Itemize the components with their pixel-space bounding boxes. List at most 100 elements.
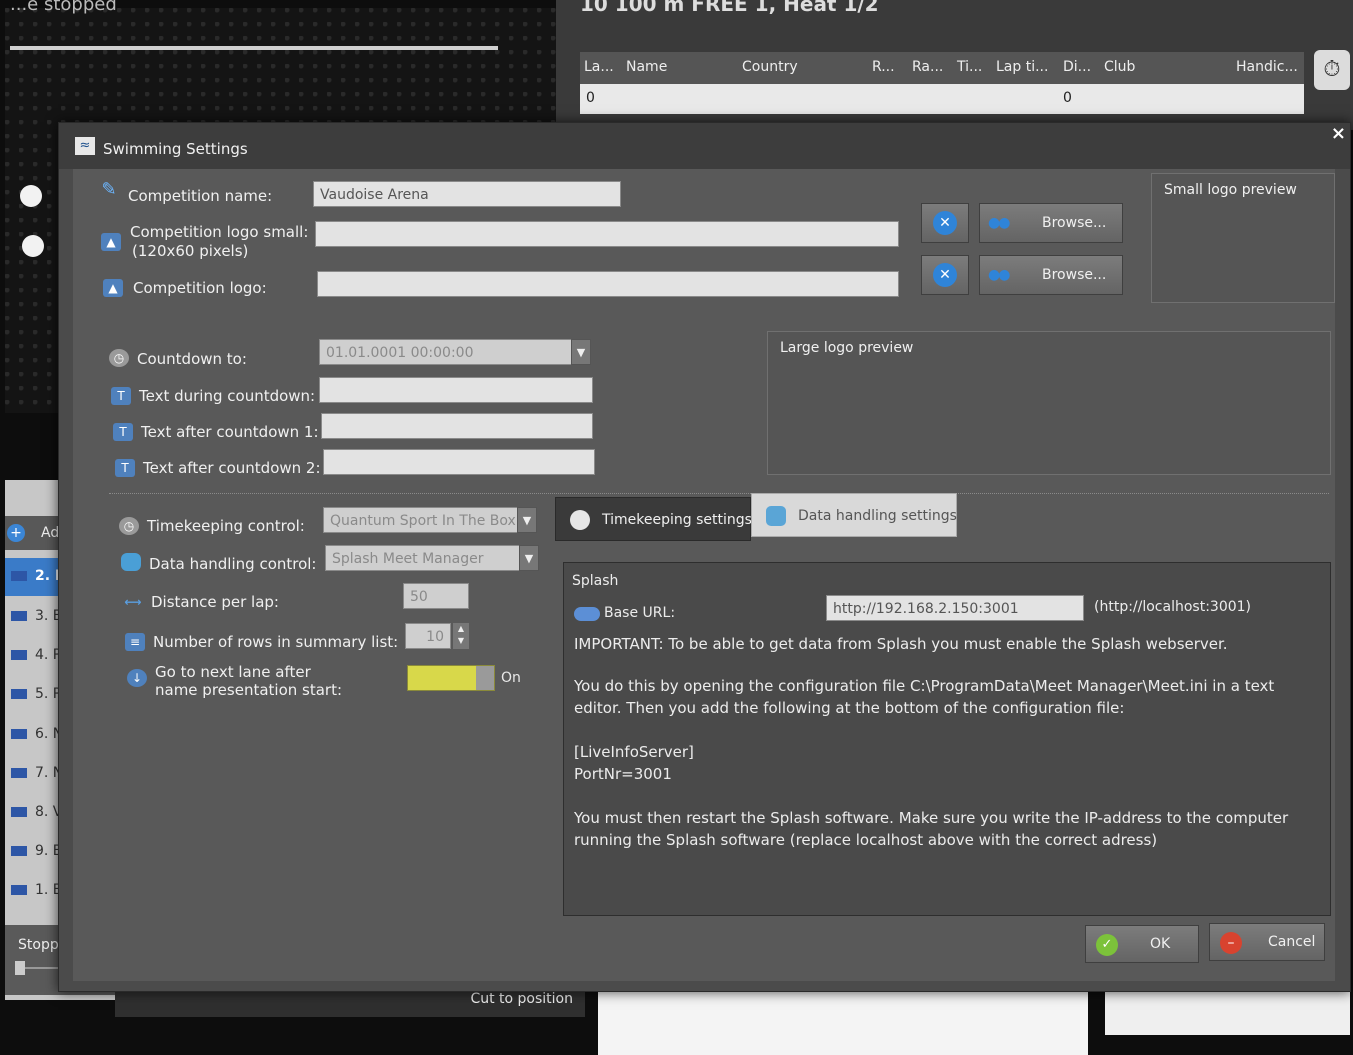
col-club[interactable]: Club — [1104, 59, 1135, 75]
binoculars-icon: ●● — [988, 267, 1010, 283]
text-during-countdown-input[interactable] — [319, 377, 593, 403]
close-icon[interactable]: × — [1331, 123, 1346, 144]
col-lap-time[interactable]: Lap ti... — [996, 59, 1048, 75]
small-logo-preview-label: Small logo preview — [1164, 182, 1297, 198]
timekeeping-control-select[interactable]: Quantum Sport In The Box — [323, 507, 519, 533]
flag-icon — [11, 729, 27, 739]
chevron-down-icon[interactable]: ▼ — [571, 339, 591, 365]
clear-icon: ✕ — [933, 211, 957, 235]
toggle-knob — [476, 666, 494, 690]
slider-thumb[interactable] — [15, 961, 25, 975]
instruction-line-2: editor. Then you add the following at th… — [574, 699, 1125, 717]
competition-name-input[interactable]: Vaudoise Arena — [313, 181, 621, 207]
splash-group-label: Splash — [572, 573, 619, 589]
text-after-countdown-2-input[interactable] — [323, 449, 595, 475]
col-handicap[interactable]: Handic... — [1236, 59, 1298, 75]
distance-per-lap-label: Distance per lap: — [151, 593, 279, 611]
race-grid[interactable]: La... Name Country R... Ra... Ti... Lap … — [580, 52, 1304, 114]
clock-icon: ◷ — [109, 349, 129, 367]
flag-icon — [11, 846, 27, 856]
database-icon — [121, 553, 141, 571]
flag-icon — [11, 611, 27, 621]
image-icon: ▲ — [103, 279, 123, 297]
text-icon: T — [111, 387, 131, 405]
restart-line-2: running the Splash software (replace loc… — [574, 831, 1158, 849]
competition-name-label: Competition name: — [128, 187, 273, 205]
cancel-icon: – — [1220, 932, 1242, 954]
race-cell-lane: 0 — [586, 90, 595, 106]
flag-icon — [11, 807, 27, 817]
arrow-down-icon: ↓ — [127, 669, 147, 687]
base-url-label: Base URL: — [604, 605, 676, 621]
chevron-down-icon[interactable]: ▼ — [519, 545, 539, 571]
col-name[interactable]: Name — [626, 59, 667, 75]
ok-button[interactable]: ✓ OK — [1085, 925, 1199, 963]
next-lane-state: On — [501, 670, 521, 686]
large-logo-preview-label: Large logo preview — [780, 340, 914, 356]
flag-icon — [11, 689, 27, 699]
base-url-input[interactable]: http://192.168.2.150:3001 — [826, 595, 1084, 621]
clear-icon: ✕ — [933, 263, 957, 287]
tab-data-handling-settings[interactable]: Data handling settings — [751, 493, 957, 537]
stopwatch-icon[interactable]: ⏱ — [1314, 50, 1350, 90]
section-divider — [109, 493, 1329, 494]
preview-dot — [20, 185, 42, 207]
col-country[interactable]: Country — [742, 59, 798, 75]
restart-line-1: You must then restart the Splash softwar… — [574, 809, 1289, 827]
swimming-settings-dialog: ≈ Swimming Settings × ✎ Competition name… — [58, 122, 1351, 992]
race-grid-header: La... Name Country R... Ra... Ti... Lap … — [580, 52, 1304, 84]
link-icon — [574, 607, 600, 621]
col-distance[interactable]: Di... — [1063, 59, 1091, 75]
config-port: PortNr=3001 — [574, 765, 672, 783]
timekeeping-settings-panel: Splash Base URL: http://192.168.2.150:30… — [563, 562, 1331, 916]
flag-icon — [11, 650, 27, 660]
next-lane-toggle[interactable] — [407, 665, 495, 691]
list-icon: ≡ — [125, 633, 145, 651]
instruction-line-1: You do this by opening the configuration… — [574, 677, 1275, 695]
clear-logo-small-button[interactable]: ✕ — [921, 203, 969, 243]
swimmer-icon: ≈ — [75, 137, 95, 155]
logo-input[interactable] — [317, 271, 899, 297]
dialog-body: ✎ Competition name: Vaudoise Arena ▲ Com… — [73, 169, 1335, 981]
large-logo-preview: Large logo preview — [767, 331, 1331, 475]
flag-icon — [11, 571, 27, 581]
clear-logo-button[interactable]: ✕ — [921, 255, 969, 295]
logo-small-input[interactable] — [315, 221, 899, 247]
text-icon: T — [113, 423, 133, 441]
stopwatch-icon: ◷ — [119, 517, 139, 535]
distance-per-lap-input[interactable]: 50 — [403, 583, 469, 609]
summary-rows-input[interactable]: 10 — [405, 623, 451, 649]
data-handling-control-select[interactable]: Splash Meet Manager — [325, 545, 521, 571]
cut-to-position-button[interactable]: Cut to position — [470, 991, 573, 1007]
config-section: [LiveInfoServer] — [574, 743, 694, 761]
countdown-input[interactable]: 01.01.0001 00:00:00 — [319, 339, 573, 365]
image-icon: ▲ — [101, 233, 121, 251]
race-heading: 10 100 m FREE 1, Heat 1/2 — [580, 0, 879, 16]
ruler-icon: ⟷ — [124, 595, 142, 609]
race-cell-distance: 0 — [1063, 90, 1072, 106]
browse-logo-small-button[interactable]: ●● Browse... — [979, 203, 1123, 243]
logo-label: Competition logo: — [133, 279, 267, 297]
col-time[interactable]: Ti... — [957, 59, 982, 75]
check-icon: ✓ — [1096, 934, 1118, 956]
next-lane-label-2: name presentation start: — [155, 681, 343, 699]
col-ra[interactable]: Ra... — [912, 59, 943, 75]
tab-timekeeping-settings[interactable]: Timekeeping settings — [555, 497, 752, 541]
browse-logo-button[interactable]: ●● Browse... — [979, 255, 1123, 295]
chevron-down-icon[interactable]: ▼ — [517, 507, 537, 533]
small-logo-preview: Small logo preview — [1151, 173, 1335, 303]
col-rank[interactable]: R... — [872, 59, 895, 75]
preview-dot — [22, 235, 44, 257]
plus-icon: + — [7, 524, 25, 542]
dialog-titlebar[interactable]: ≈ Swimming Settings × — [59, 123, 1350, 169]
rows-stepper[interactable]: ▲ ▼ — [453, 623, 469, 649]
important-text: IMPORTANT: To be able to get data from S… — [574, 635, 1228, 653]
cancel-button[interactable]: – Cancel — [1209, 923, 1325, 961]
stopwatch-icon — [570, 510, 590, 530]
summary-rows-label: Number of rows in summary list: — [153, 633, 399, 651]
top-caption: ...e stopped — [10, 0, 117, 15]
col-lane[interactable]: La... — [584, 59, 614, 75]
logo-small-hint: (120x60 pixels) — [132, 242, 249, 260]
database-icon — [766, 506, 786, 526]
text-after-countdown-1-input[interactable] — [321, 413, 593, 439]
